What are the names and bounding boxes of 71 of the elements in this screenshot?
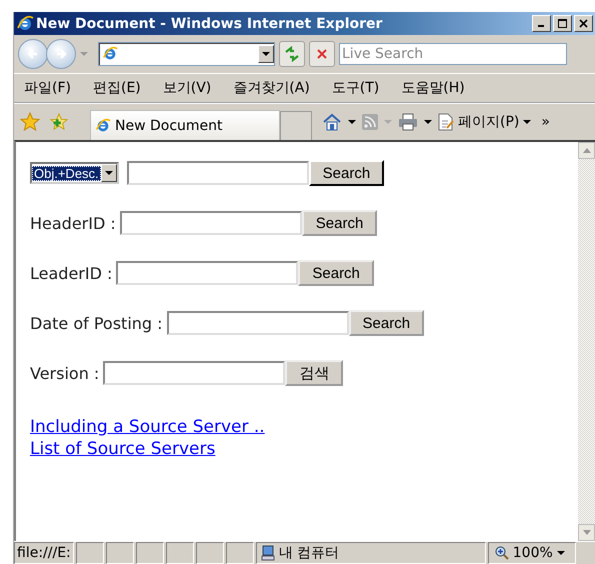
close-icon: [315, 47, 329, 61]
page-menu-button[interactable]: 페이지(P): [438, 113, 532, 131]
browser-logo-icon: [16, 14, 34, 32]
search-button[interactable]: Search: [302, 210, 378, 236]
menu-item[interactable]: 도움말(H): [401, 79, 465, 97]
maximize-icon: [558, 19, 567, 28]
zoom-control[interactable]: 100%: [488, 542, 576, 564]
caret-icon: [556, 550, 565, 556]
vertical-scrollbar[interactable]: [578, 142, 595, 541]
field-label: HeaderID :: [30, 214, 116, 232]
forward-button[interactable]: [46, 39, 76, 69]
computer-icon: [260, 545, 275, 561]
status-pane: [76, 542, 104, 564]
menu-item[interactable]: 편집(E): [92, 79, 141, 97]
status-pane: [166, 542, 194, 564]
status-pane: [226, 542, 254, 564]
feed-icon[interactable]: [362, 114, 378, 130]
new-tab-button[interactable]: [280, 111, 312, 140]
search-button[interactable]: Search: [348, 310, 424, 336]
refresh-button[interactable]: [279, 41, 305, 67]
toolbar-overflow-button[interactable]: »: [541, 114, 550, 130]
status-pane: [196, 542, 224, 564]
caret-icon[interactable]: [424, 120, 432, 124]
menu-item[interactable]: 도구(T): [332, 79, 380, 97]
page-icon: [95, 118, 111, 134]
page-edit-icon: [438, 113, 454, 131]
link[interactable]: List of Source Servers: [30, 438, 216, 460]
link[interactable]: Including a Source Server ..: [30, 416, 265, 438]
printer-icon[interactable]: [398, 113, 418, 131]
field-label: Date of Posting :: [30, 314, 163, 332]
caret-icon: [262, 52, 270, 56]
field-label: Version :: [30, 364, 100, 382]
menu-item[interactable]: 파일(F): [24, 79, 71, 97]
field-label: LeaderID :: [30, 264, 112, 282]
search-button[interactable]: Search: [308, 160, 384, 186]
menu-item[interactable]: 보기(V): [162, 79, 212, 97]
caret-icon[interactable]: [348, 120, 356, 124]
menu-item[interactable]: 즐겨찾기(A): [233, 79, 310, 97]
favorites-star-icon[interactable]: [20, 112, 40, 132]
status-pane: [136, 542, 164, 564]
input-field[interactable]: [116, 261, 298, 285]
home-icon[interactable]: [322, 113, 342, 131]
caret-icon: [523, 120, 532, 124]
add-favorite-icon[interactable]: [50, 113, 68, 131]
up-arrow-icon: [582, 148, 590, 153]
refresh-icon: [284, 46, 300, 62]
dropdown-arrow-icon[interactable]: [80, 52, 88, 56]
stop-button[interactable]: [309, 41, 335, 67]
page-icon: [102, 46, 118, 62]
search-button[interactable]: Search: [298, 260, 374, 286]
search-button[interactable]: 검색: [285, 360, 344, 386]
scope-dropdown[interactable]: Obj.+Desc.: [30, 162, 119, 184]
maximize-button[interactable]: [553, 15, 572, 32]
zoom-icon: [494, 546, 509, 560]
input-field[interactable]: [103, 361, 286, 385]
caret-icon: [104, 170, 113, 176]
address-dropdown-button[interactable]: [258, 45, 274, 63]
address-field[interactable]: [98, 42, 275, 66]
status-url: file:///E:: [14, 542, 74, 564]
window-title: New Document - Windows Internet Explorer: [36, 16, 382, 32]
status-pane: [106, 542, 134, 564]
close-button[interactable]: [574, 15, 593, 32]
security-zone: 내 컴퓨터: [278, 544, 340, 562]
minimize-button[interactable]: [532, 15, 551, 32]
back-button[interactable]: [18, 39, 48, 69]
search-field[interactable]: Live Search: [339, 43, 567, 65]
close-icon: [579, 19, 588, 28]
input-field[interactable]: [166, 311, 349, 335]
browser-tab[interactable]: New Document: [90, 110, 280, 140]
input-field[interactable]: [120, 211, 302, 235]
down-arrow-icon: [582, 530, 590, 535]
